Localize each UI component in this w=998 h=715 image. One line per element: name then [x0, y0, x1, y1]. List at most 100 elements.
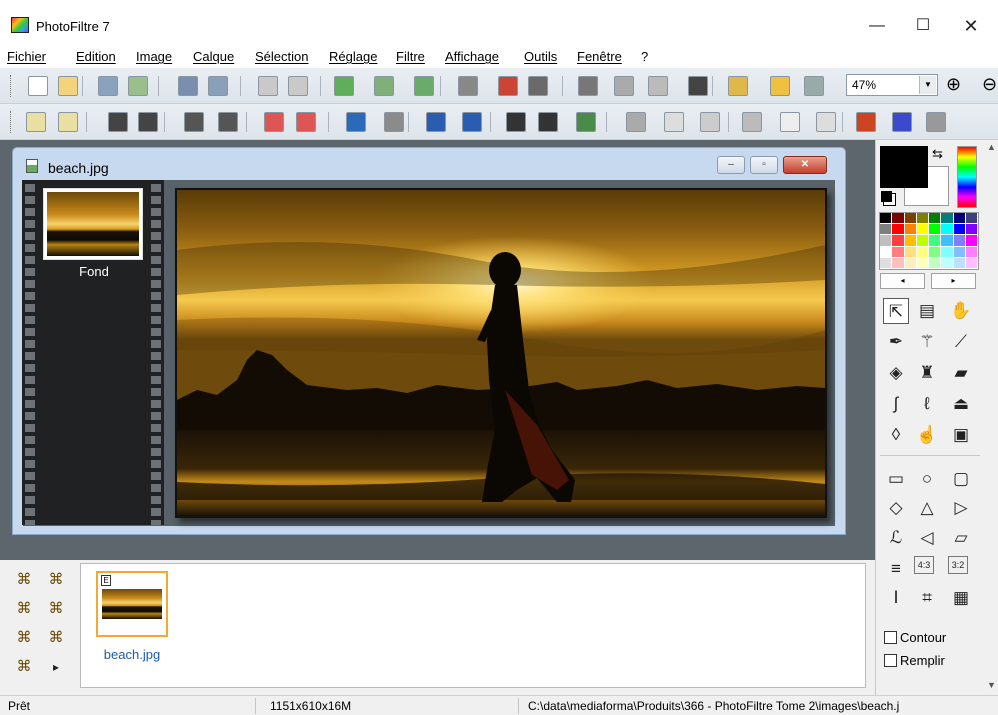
document-maximize-button[interactable]: ▫	[750, 156, 778, 174]
layer-icon[interactable]	[728, 76, 748, 96]
swap-colors-icon[interactable]: ⇆	[932, 146, 943, 162]
advanced-brush-icon[interactable]: ℓ	[914, 391, 940, 417]
rounded-rect-shape-icon[interactable]: ▢	[948, 466, 974, 492]
grid-green-icon[interactable]	[576, 112, 596, 132]
tree-folder-icon[interactable]: ⌘	[44, 568, 68, 592]
palette-swatch[interactable]	[916, 213, 929, 225]
palette-swatch[interactable]	[941, 224, 954, 236]
open-folder-icon[interactable]	[58, 76, 78, 96]
palette-swatch[interactable]	[880, 235, 893, 247]
palette-swatch[interactable]	[953, 257, 966, 269]
paste-icon[interactable]	[374, 76, 394, 96]
palette-swatch[interactable]	[929, 213, 942, 225]
fill-checkbox[interactable]: Remplir	[884, 653, 945, 668]
sharpen-icon[interactable]	[742, 112, 762, 132]
menu-affichage[interactable]: Affichage	[445, 49, 499, 64]
arrow-pointer-icon[interactable]: ⇱	[883, 298, 909, 324]
crop-icon[interactable]	[614, 76, 634, 96]
tree-view-list-icon[interactable]: ⌘	[12, 655, 36, 679]
hand-icon[interactable]: ✋	[948, 298, 974, 324]
diamond-shape-icon[interactable]: ◇	[883, 495, 909, 521]
select-icon[interactable]	[648, 76, 668, 96]
palette-swatch[interactable]	[904, 257, 917, 269]
fill-bucket-icon[interactable]: ◈	[883, 360, 909, 386]
polygon-lasso-icon[interactable]: ◁	[914, 525, 940, 551]
document-close-button[interactable]: ✕	[783, 156, 827, 174]
toolbar-grip[interactable]	[10, 111, 13, 133]
print-icon[interactable]	[178, 76, 198, 96]
ratio-4-3-icon[interactable]: 4:3	[914, 556, 934, 574]
menu-calque[interactable]: Calque	[193, 49, 234, 64]
palette-swatch[interactable]	[904, 246, 917, 258]
palette-swatch[interactable]	[965, 235, 978, 247]
auto-gamma-icon[interactable]	[426, 112, 446, 132]
text-frame-icon[interactable]: Ⅰ	[883, 585, 909, 611]
chevron-down-icon[interactable]: ▼	[919, 76, 936, 94]
paste-new-icon[interactable]	[414, 76, 434, 96]
eyedropper-icon[interactable]: ✒	[883, 329, 909, 355]
menu-edition[interactable]: Edition	[76, 49, 116, 64]
palette-swatch[interactable]	[953, 246, 966, 258]
fade-icon[interactable]	[458, 76, 478, 96]
clone-icon[interactable]: ▣	[948, 422, 974, 448]
redo-icon[interactable]	[288, 76, 308, 96]
close-button[interactable]: ✕	[956, 12, 986, 40]
ellipse-shape-icon[interactable]: ○	[914, 466, 940, 492]
open-selection-icon[interactable]: ▱	[948, 525, 974, 551]
copy-image-icon[interactable]	[334, 76, 354, 96]
layer-thumbnail[interactable]	[43, 188, 143, 260]
hue-spectrum[interactable]	[957, 146, 977, 208]
palette-swatch[interactable]	[941, 257, 954, 269]
selection-all-icon[interactable]: ≡	[883, 556, 909, 582]
palette-swatch[interactable]	[953, 213, 966, 225]
palette-swatch[interactable]	[965, 246, 978, 258]
palette-swatch[interactable]	[904, 235, 917, 247]
image-size-icon[interactable]	[528, 76, 548, 96]
image-canvas[interactable]	[175, 188, 827, 518]
text-icon[interactable]	[688, 76, 708, 96]
menu-reglage[interactable]: Réglage	[329, 49, 377, 64]
palette-swatch[interactable]	[904, 224, 917, 236]
palette-swatch[interactable]	[880, 224, 893, 236]
palette-swatch[interactable]	[941, 235, 954, 247]
undo-icon[interactable]	[258, 76, 278, 96]
menu-outils[interactable]: Outils	[524, 49, 557, 64]
stamp-icon[interactable]: ⏏	[948, 391, 974, 417]
minimize-button[interactable]: —	[862, 12, 892, 40]
vertical-scrollbar[interactable]: ▲ ▼	[985, 140, 998, 695]
saturation-down-icon[interactable]	[264, 112, 284, 132]
color-palette[interactable]	[879, 212, 979, 270]
triangle-outline-icon[interactable]	[816, 112, 836, 132]
toolbar-grip[interactable]	[10, 75, 13, 97]
drop-icon[interactable]	[664, 112, 684, 132]
palette-swatch[interactable]	[941, 246, 954, 258]
saturation-up-icon[interactable]	[296, 112, 316, 132]
palette-swatch[interactable]	[916, 257, 929, 269]
color-mode-icon[interactable]	[498, 76, 518, 96]
drop-dark-icon[interactable]	[700, 112, 720, 132]
plugin-icon[interactable]	[770, 76, 790, 96]
palette-swatch[interactable]	[880, 213, 893, 225]
zoom-out-icon[interactable]: ⊖	[982, 74, 997, 95]
palette-swatch[interactable]	[953, 224, 966, 236]
levels-icon[interactable]	[384, 112, 404, 132]
effect-icon[interactable]	[926, 112, 946, 132]
eraser-icon[interactable]: ▰	[948, 360, 974, 386]
brightness-down-icon[interactable]	[26, 112, 46, 132]
histogram-icon[interactable]	[346, 112, 366, 132]
palette-swatch[interactable]	[892, 235, 905, 247]
smudge-finger-icon[interactable]: ☝	[914, 422, 940, 448]
gamma-up-icon[interactable]	[218, 112, 238, 132]
outline-icon[interactable]	[892, 112, 912, 132]
maximize-button[interactable]: ☐	[908, 12, 938, 40]
contour-checkbox[interactable]: Contour	[884, 630, 946, 645]
palette-swatch[interactable]	[916, 224, 929, 236]
palette-swatch[interactable]	[892, 257, 905, 269]
gamma-down-icon[interactable]	[184, 112, 204, 132]
menu-image[interactable]: Image	[136, 49, 172, 64]
contrast-up-icon[interactable]	[138, 112, 158, 132]
menu-fichier[interactable]: Fichier	[7, 49, 46, 64]
palette-swatch[interactable]	[892, 246, 905, 258]
frame-icon[interactable]	[856, 112, 876, 132]
scanner-icon[interactable]	[208, 76, 228, 96]
